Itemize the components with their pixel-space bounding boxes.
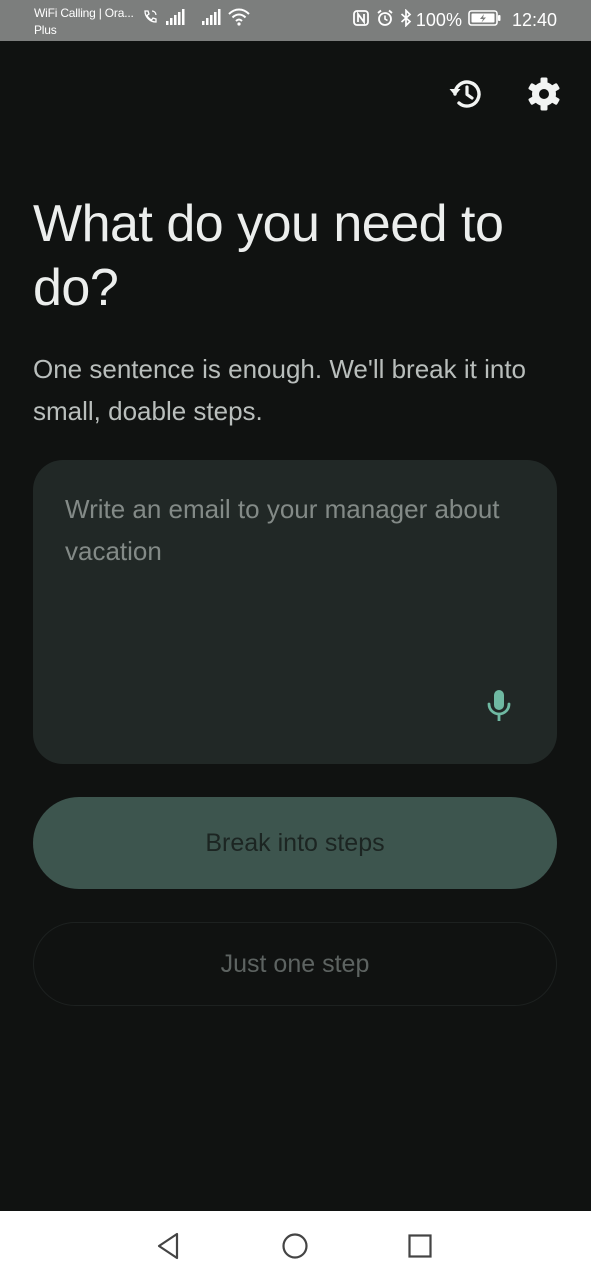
carrier-label: WiFi Calling | Ora... Plus [34,5,146,39]
signal-icon [200,8,222,30]
settings-button[interactable] [524,74,564,114]
microphone-icon [487,690,511,721]
nav-back-button[interactable] [151,1228,187,1264]
status-right: 100% 12:40 [352,6,557,34]
bluetooth-icon [400,7,412,32]
signal-icon [164,8,186,30]
history-button[interactable] [446,74,486,114]
history-icon [449,80,481,108]
home-icon [282,1233,308,1259]
status-left-icons [142,6,250,32]
page-title: What do you need to do? [33,195,504,317]
battery-icon [468,9,502,32]
status-bar: WiFi Calling | Ora... Plus 100% 12:40 [0,0,591,41]
app-screen: WiFi Calling | Ora... Plus 100% 12:40 Wh… [0,0,591,1280]
back-icon [157,1232,179,1260]
alarm-icon [376,9,394,32]
wifi-icon [228,8,250,30]
system-nav-bar [0,1211,591,1280]
battery-percent: 100% [415,9,462,30]
wifi-call-icon [142,9,158,29]
task-input[interactable] [65,488,515,688]
carrier-line-1: WiFi Calling | Ora... [34,6,134,20]
nav-home-button[interactable] [277,1228,313,1264]
recents-icon [408,1234,432,1258]
status-time: 12:40 [511,9,557,30]
carrier-line-2: Plus [34,23,57,37]
page-subtitle: One sentence is enough. We'll break it i… [33,354,526,426]
nfc-icon [352,9,370,32]
gear-icon [528,77,560,111]
task-input-card [33,460,557,764]
microphone-button[interactable] [479,686,519,726]
break-into-steps-button[interactable]: Break into steps [33,797,557,889]
just-one-step-button[interactable]: Just one step [33,922,557,1006]
nav-recents-button[interactable] [402,1228,438,1264]
